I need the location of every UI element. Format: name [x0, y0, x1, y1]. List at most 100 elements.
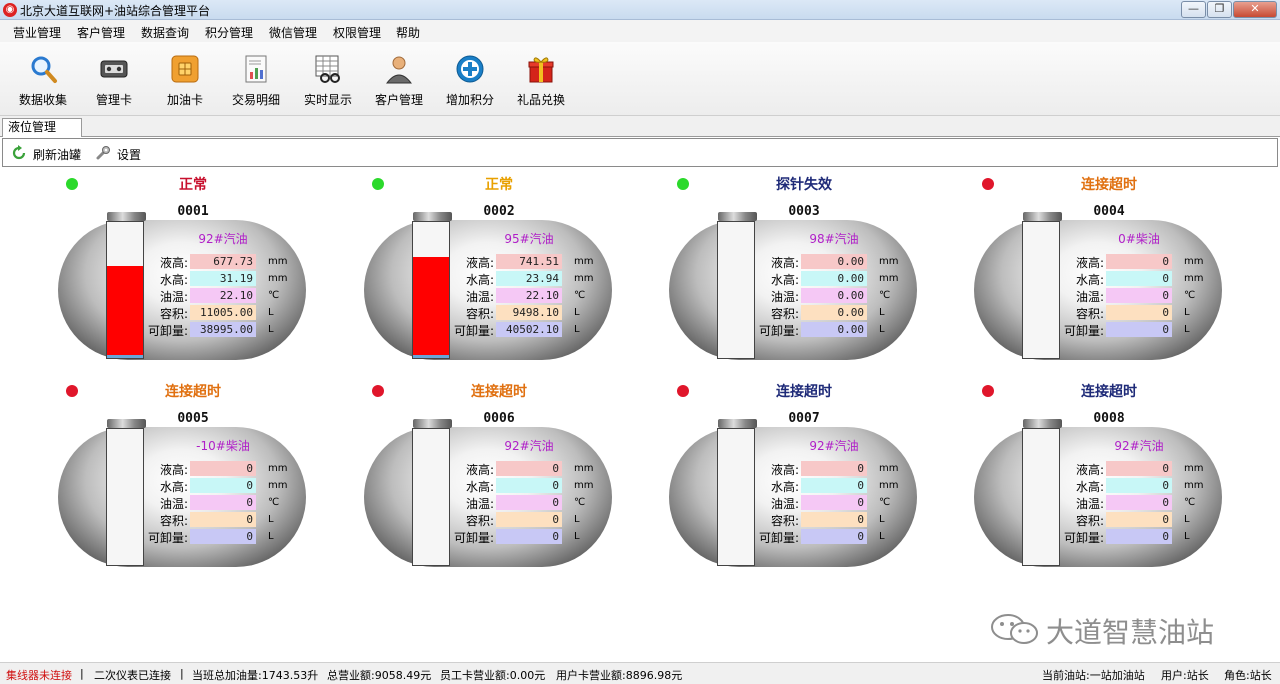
tank-cap: [413, 212, 452, 221]
tank-status: 探针失效: [776, 177, 832, 193]
field-value: 0: [190, 512, 256, 527]
manage-card-label: 管理卡: [95, 93, 132, 107]
field-value: 0.00: [801, 305, 867, 320]
field-unit: L: [268, 514, 274, 525]
field-value: 0: [801, 461, 867, 476]
menu-data-query[interactable]: 数据查询: [141, 24, 189, 41]
tab-strip: 液位管理: [0, 116, 1280, 137]
data-collect-button[interactable]: 数据收集: [11, 48, 75, 110]
field-value: 22.10: [190, 288, 256, 303]
field-value: 0: [1106, 478, 1172, 493]
minimize-button[interactable]: —: [1181, 1, 1206, 18]
tank-0002[interactable]: 正常 0002 95#汽油 液高: 741.51 mm 水高: 23.94 mm 油温: 22.10…: [364, 168, 664, 373]
oil-type: 92#汽油: [1114, 439, 1164, 453]
tank-id: 0006: [483, 411, 515, 426]
field-unit: L: [1184, 514, 1190, 525]
menu-points[interactable]: 积分管理: [205, 24, 253, 41]
total-sales: 总营业额:9058.49元: [327, 669, 432, 682]
menu-wechat[interactable]: 微信管理: [269, 24, 317, 41]
field-value: 0.00: [801, 254, 867, 269]
tank-status: 连接超时: [471, 384, 527, 400]
connection-status-dot: [66, 385, 78, 397]
field-unit: mm: [574, 463, 594, 474]
tank-cap: [107, 419, 146, 428]
tank-0007[interactable]: 连接超时 0007 92#汽油 液高: 0 mm 水高: 0 mm 油温: 0 ℃ 容积: 0 L 可卸量: 0…: [669, 375, 969, 580]
field-label: 液高:: [159, 256, 188, 270]
field-unit: mm: [879, 463, 899, 474]
gift-exchange-button[interactable]: 礼品兑换: [509, 48, 573, 110]
level-gauge: [412, 221, 450, 359]
level-fill: [413, 257, 449, 358]
maximize-button[interactable]: ❐: [1207, 1, 1232, 18]
tank-id: 0008: [1093, 411, 1125, 426]
field-value: 0: [1106, 512, 1172, 527]
action-bar: 刷新油罐 设置: [2, 138, 1278, 167]
field-unit: L: [879, 307, 885, 318]
tank-id: 0007: [788, 411, 820, 426]
field-unit: L: [879, 514, 885, 525]
toolbar: 数据收集 管理卡 加油卡 交易明细 实时显示 客户管理 增加积分 礼品兑换: [0, 42, 1280, 116]
watermark-text: 大道智慧油站: [1046, 616, 1215, 649]
field-label: 容积:: [770, 307, 799, 321]
field-unit: ℃: [268, 497, 280, 508]
fuel-card-button[interactable]: 加油卡: [153, 48, 217, 110]
menu-business[interactable]: 营业管理: [13, 24, 61, 41]
field-value: 0: [1106, 288, 1172, 303]
tank-0008[interactable]: 连接超时 0008 92#汽油 液高: 0 mm 水高: 0 mm 油温: 0 ℃ 容积: 0 L 可卸量: 0…: [974, 375, 1274, 580]
realtime-display-button[interactable]: 实时显示: [296, 48, 360, 110]
tank-0006[interactable]: 连接超时 0006 92#汽油 液高: 0 mm 水高: 0 mm 油温: 0 ℃ 容积: 0 L 可卸量: 0…: [364, 375, 664, 580]
connection-status-dot: [372, 178, 384, 190]
menu-bar: 营业管理 客户管理 数据查询 积分管理 微信管理 权限管理 帮助: [0, 20, 1280, 42]
field-label: 液高:: [770, 256, 799, 270]
oil-type: 0#柴油: [1118, 232, 1160, 246]
menu-customer[interactable]: 客户管理: [77, 24, 125, 41]
field-unit: L: [268, 307, 274, 318]
connection-status-dot: [677, 385, 689, 397]
menu-permissions[interactable]: 权限管理: [333, 24, 381, 41]
field-label: 油温:: [1075, 290, 1104, 304]
tank-cap: [1023, 419, 1062, 428]
field-label: 可卸量:: [758, 324, 799, 338]
close-button[interactable]: ✕: [1233, 1, 1277, 18]
field-unit: mm: [1184, 463, 1204, 474]
shift-volume: 当班总加油量:1743.53升: [192, 669, 319, 682]
tank-0005[interactable]: 连接超时 0005 -10#柴油 液高: 0 mm 水高: 0 mm 油温: 0 ℃ 容积: 0 L 可卸量:…: [58, 375, 358, 580]
current-user: 用户:站长: [1161, 669, 1209, 682]
level-gauge: [412, 428, 450, 566]
refresh-tanks-button[interactable]: 刷新油罐: [11, 145, 91, 163]
field-label: 可卸量:: [147, 324, 188, 338]
user-card-sales: 用户卡营业额:8896.98元: [556, 669, 683, 682]
field-label: 容积:: [159, 307, 188, 321]
tank-cap: [413, 419, 452, 428]
manage-card-button[interactable]: 管理卡: [82, 48, 146, 110]
field-label: 水高:: [1075, 273, 1104, 287]
window-title: 北京大道互联网+油站综合管理平台: [20, 4, 211, 18]
settings-button[interactable]: 设置: [95, 145, 147, 163]
oil-type: 95#汽油: [504, 232, 554, 246]
customer-manage-button[interactable]: 客户管理: [367, 48, 431, 110]
field-value: 31.19: [190, 271, 256, 286]
field-label: 水高:: [1075, 480, 1104, 494]
tank-0004[interactable]: 连接超时 0004 0#柴油 液高: 0 mm 水高: 0 mm 油温: 0 ℃ 容积: 0 L 可卸量: 0 L: [974, 168, 1274, 373]
tank-grid: 正常 0001 92#汽油 液高: 677.73 mm 水高: 31.19 mm 油温: 22.10…: [0, 168, 1280, 662]
spreadsheet-glasses-icon: [315, 55, 340, 83]
menu-help[interactable]: 帮助: [396, 24, 420, 41]
data-collect-label: 数据收集: [18, 93, 67, 107]
add-points-button[interactable]: 增加积分: [438, 48, 502, 110]
oil-type: 98#汽油: [809, 232, 859, 246]
field-label: 水高:: [770, 273, 799, 287]
tank-0001[interactable]: 正常 0001 92#汽油 液高: 677.73 mm 水高: 31.19 mm 油温: 22.10…: [58, 168, 358, 373]
plus-circle-icon: [456, 55, 484, 83]
tab-level-management[interactable]: 液位管理: [2, 118, 82, 137]
tank-id: 0003: [788, 204, 820, 219]
field-unit: L: [1184, 307, 1190, 318]
tank-status: 连接超时: [165, 384, 221, 400]
tank-0003[interactable]: 探针失效 0003 98#汽油 液高: 0.00 mm 水高: 0.00 mm 油温: 0.00 ℃ 容…: [669, 168, 969, 373]
field-unit: L: [574, 307, 580, 318]
realtime-display-label: 实时显示: [303, 93, 352, 107]
field-label: 可卸量:: [453, 324, 494, 338]
field-unit: L: [1184, 324, 1190, 335]
transaction-detail-button[interactable]: 交易明细: [224, 48, 288, 110]
refresh-tanks-label: 刷新油罐: [33, 148, 82, 162]
field-unit: mm: [879, 273, 899, 284]
